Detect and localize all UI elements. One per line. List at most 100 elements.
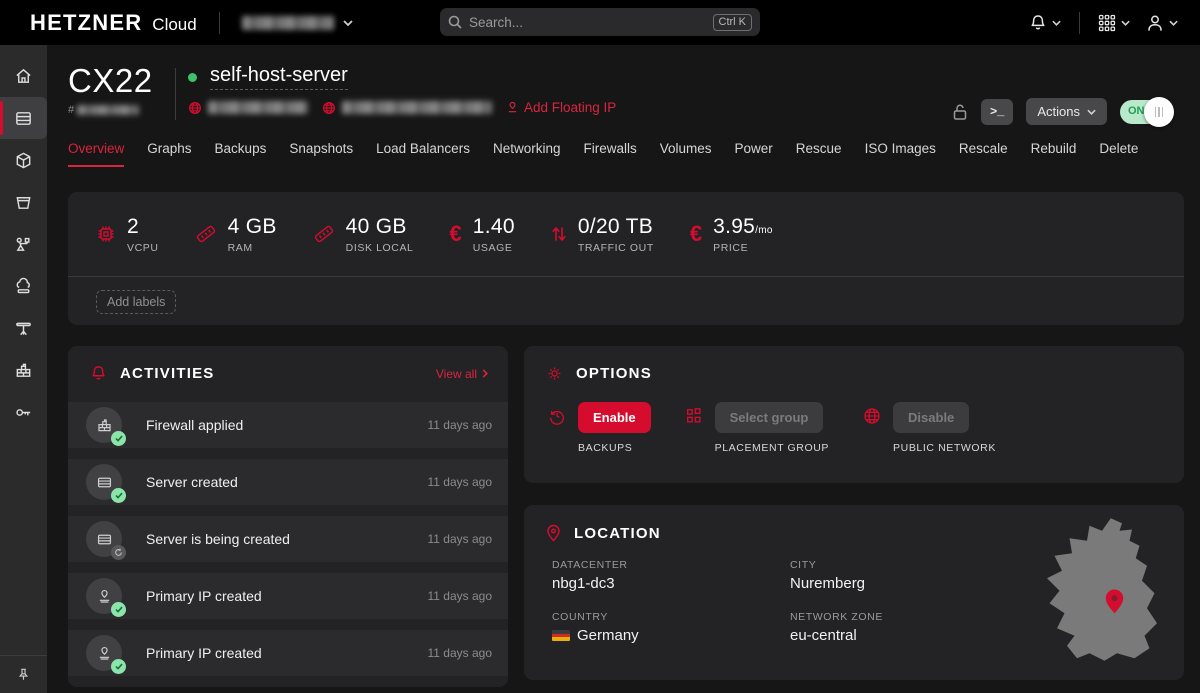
actions-button[interactable]: Actions (1026, 98, 1107, 125)
search-input[interactable] (469, 15, 713, 30)
grid-apps-icon (1098, 14, 1116, 32)
sidebar-item-floating-ips[interactable] (0, 265, 47, 307)
chevron-down-icon (1052, 20, 1061, 26)
apps-menu[interactable] (1098, 14, 1130, 32)
location-field-city: CITY Nuremberg (790, 559, 1028, 592)
bucket-icon (14, 193, 33, 212)
hetzner-logo[interactable]: HETZNER Cloud (0, 10, 197, 36)
redacted-server-id (77, 105, 139, 115)
globe-icon (322, 101, 336, 115)
sidebar-item-load-balancers[interactable] (0, 307, 47, 349)
stat-usage: € 1.40USAGE (450, 215, 515, 254)
stat-value: 40 GB (346, 215, 414, 239)
power-toggle[interactable]: ON (1120, 100, 1168, 124)
sidebar-item-servers[interactable] (0, 97, 47, 139)
tab-backups[interactable]: Backups (215, 141, 267, 167)
sidebar-item-images[interactable] (0, 139, 47, 181)
success-badge (111, 602, 126, 617)
sidebar-item-firewalls[interactable] (0, 349, 47, 391)
success-badge (111, 431, 126, 446)
header-divider (175, 68, 176, 120)
unlock-icon[interactable] (952, 103, 968, 121)
bell-icon (1029, 14, 1047, 32)
sidebar-item-storage[interactable] (0, 181, 47, 223)
stat-value: 2 (127, 215, 159, 239)
ipv6-item (322, 101, 492, 115)
activities-header: ACTIVITIES View all (68, 346, 508, 382)
user-menu[interactable] (1146, 14, 1178, 32)
server-icon (14, 109, 33, 128)
tab-volumes[interactable]: Volumes (660, 141, 712, 167)
activity-time: 11 days ago (428, 418, 493, 432)
location-title: LOCATION (574, 525, 661, 542)
country-name: Germany (577, 627, 639, 644)
price-suffix: /mo (755, 225, 773, 236)
activity-title: Primary IP created (146, 588, 262, 604)
home-icon (14, 67, 33, 86)
activity-title: Firewall applied (146, 417, 243, 433)
history-icon (548, 407, 566, 425)
view-all-label: View all (436, 367, 477, 381)
options-title: OPTIONS (576, 365, 652, 382)
placement-group-icon (685, 407, 703, 425)
redacted-project-name (242, 16, 334, 30)
search-icon (448, 15, 462, 29)
chevron-down-icon (343, 20, 353, 26)
activity-title: Primary IP created (146, 645, 262, 661)
view-all-link[interactable]: View all (436, 367, 488, 381)
tab-delete[interactable]: Delete (1099, 141, 1138, 167)
field-value: nbg1-dc3 (552, 575, 790, 592)
check-icon (115, 435, 123, 442)
tab-graphs[interactable]: Graphs (147, 141, 191, 167)
global-search[interactable]: Ctrl K (440, 8, 760, 36)
console-button[interactable]: >_ (981, 99, 1013, 125)
project-selector[interactable] (242, 16, 353, 30)
disable-public-network-button[interactable]: Disable (893, 402, 969, 433)
sidebar-item-networks[interactable] (0, 223, 47, 265)
network-icon (14, 235, 33, 254)
tab-overview[interactable]: Overview (68, 141, 124, 167)
activity-row[interactable]: Primary IP created 11 days ago (68, 573, 508, 619)
cube-icon (14, 151, 33, 170)
field-label: DATACENTER (552, 559, 790, 571)
sidebar-pin-toggle[interactable] (0, 655, 47, 693)
power-state-label: ON (1128, 105, 1145, 117)
activity-row[interactable]: Server created 11 days ago (68, 459, 508, 505)
tab-rescue[interactable]: Rescue (796, 141, 842, 167)
search-shortcut-badge: Ctrl K (713, 14, 753, 31)
tab-iso-images[interactable]: ISO Images (865, 141, 936, 167)
location-pin-icon (546, 524, 561, 542)
primary-ip-icon (96, 645, 113, 662)
bell-icon (90, 365, 107, 382)
select-placement-group-button[interactable]: Select group (715, 402, 824, 433)
add-labels-button[interactable]: Add labels (96, 290, 176, 314)
activity-row[interactable]: Server is being created 11 days ago (68, 516, 508, 562)
activity-row[interactable]: Primary IP created 11 days ago (68, 630, 508, 676)
key-icon (14, 403, 33, 422)
options-header: OPTIONS (524, 346, 1184, 382)
activities-title: ACTIVITIES (120, 365, 215, 382)
tab-snapshots[interactable]: Snapshots (289, 141, 353, 167)
server-tabs: Overview Graphs Backups Snapshots Load B… (68, 141, 1190, 167)
notifications-menu[interactable] (1029, 14, 1061, 32)
stat-label: VCPU (127, 242, 159, 254)
server-name[interactable]: self-host-server (210, 64, 348, 90)
option-public-network: Disable PUBLIC NETWORK (863, 402, 996, 454)
sidebar-item-security[interactable] (0, 391, 47, 433)
check-icon (115, 663, 123, 670)
server-ip-row: Add Floating IP (188, 100, 616, 115)
add-floating-ip-button[interactable]: Add Floating IP (506, 100, 616, 115)
enable-backups-button[interactable]: Enable (578, 402, 651, 433)
option-label: PLACEMENT GROUP (715, 442, 829, 454)
activity-avatar (86, 635, 122, 671)
ipv4-item (188, 101, 308, 115)
tab-rebuild[interactable]: Rebuild (1031, 141, 1077, 167)
topbar-actions (1029, 0, 1178, 45)
tab-networking[interactable]: Networking (493, 141, 561, 167)
sidebar-item-home[interactable] (0, 55, 47, 97)
activity-row[interactable]: Firewall applied 11 days ago (68, 402, 508, 448)
tab-power[interactable]: Power (735, 141, 773, 167)
tab-firewalls[interactable]: Firewalls (583, 141, 636, 167)
tab-rescale[interactable]: Rescale (959, 141, 1008, 167)
tab-load-balancers[interactable]: Load Balancers (376, 141, 470, 167)
